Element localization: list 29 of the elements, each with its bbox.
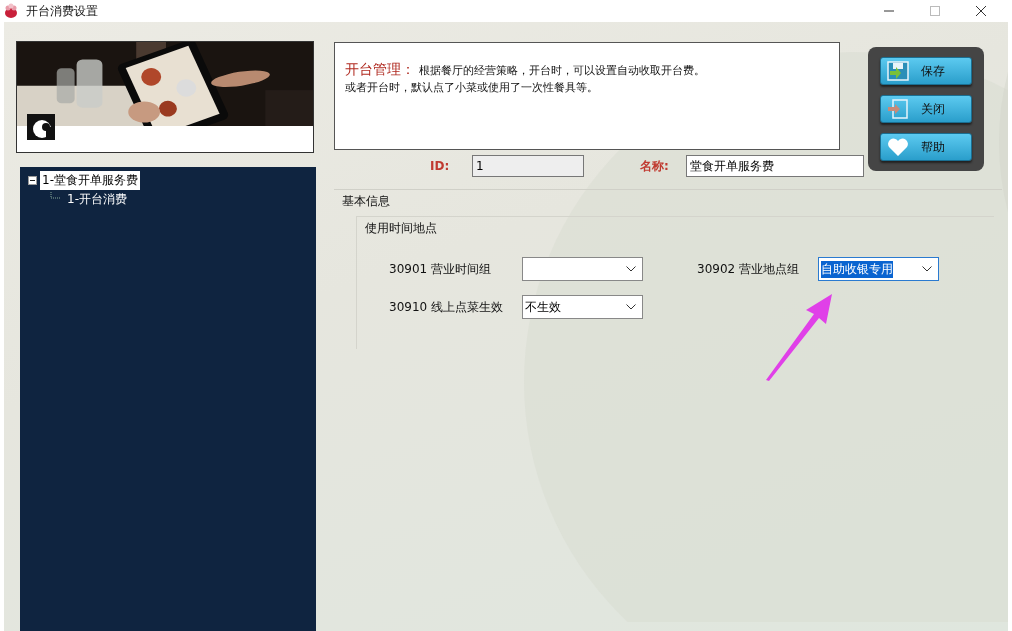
door-icon: [887, 99, 909, 119]
description-title: 开台管理：: [345, 61, 415, 77]
dropdown[interactable]: [522, 257, 643, 281]
name-field[interactable]: 堂食开单服务费: [686, 155, 864, 177]
field-label: 30901 营业时间组: [389, 260, 492, 278]
description-text: 或者开台时，默认点了小菜或使用了一次性餐具等。: [345, 81, 598, 94]
dropdown[interactable]: 不生效: [522, 295, 643, 319]
tree-item[interactable]: 1-开台消费: [65, 190, 129, 209]
app-icon: [4, 3, 18, 19]
field-label: 30910 线上点菜生效: [389, 298, 504, 316]
chevron-down-icon: [626, 304, 636, 310]
field-label: ID:: [430, 159, 451, 173]
field-label: 30902 营业地点组: [696, 260, 800, 278]
chevron-down-icon: [626, 266, 636, 272]
chevron-down-icon: [922, 266, 932, 272]
collapse-icon[interactable]: [28, 176, 37, 185]
heart-icon: [887, 137, 909, 157]
description-text: 根据餐厅的经营策略，开台时，可以设置自动收取开台费。: [419, 64, 705, 77]
toolbar-button[interactable]: 帮助: [880, 133, 972, 161]
floppy-icon: [887, 61, 909, 81]
dropdown[interactable]: 自助收银专用: [818, 257, 939, 281]
group-title: 基本信息: [342, 193, 390, 210]
toolbar-button[interactable]: 保存: [880, 57, 972, 85]
group-title: 使用时间地点: [365, 220, 437, 237]
window-title: 开台消费设置: [26, 2, 98, 20]
toolbar-button[interactable]: 关闭: [880, 95, 972, 123]
field-label: 名称:: [640, 157, 670, 175]
tree-line-icon: [50, 191, 62, 202]
tree-item[interactable]: 1-堂食开单服务费: [40, 171, 140, 190]
